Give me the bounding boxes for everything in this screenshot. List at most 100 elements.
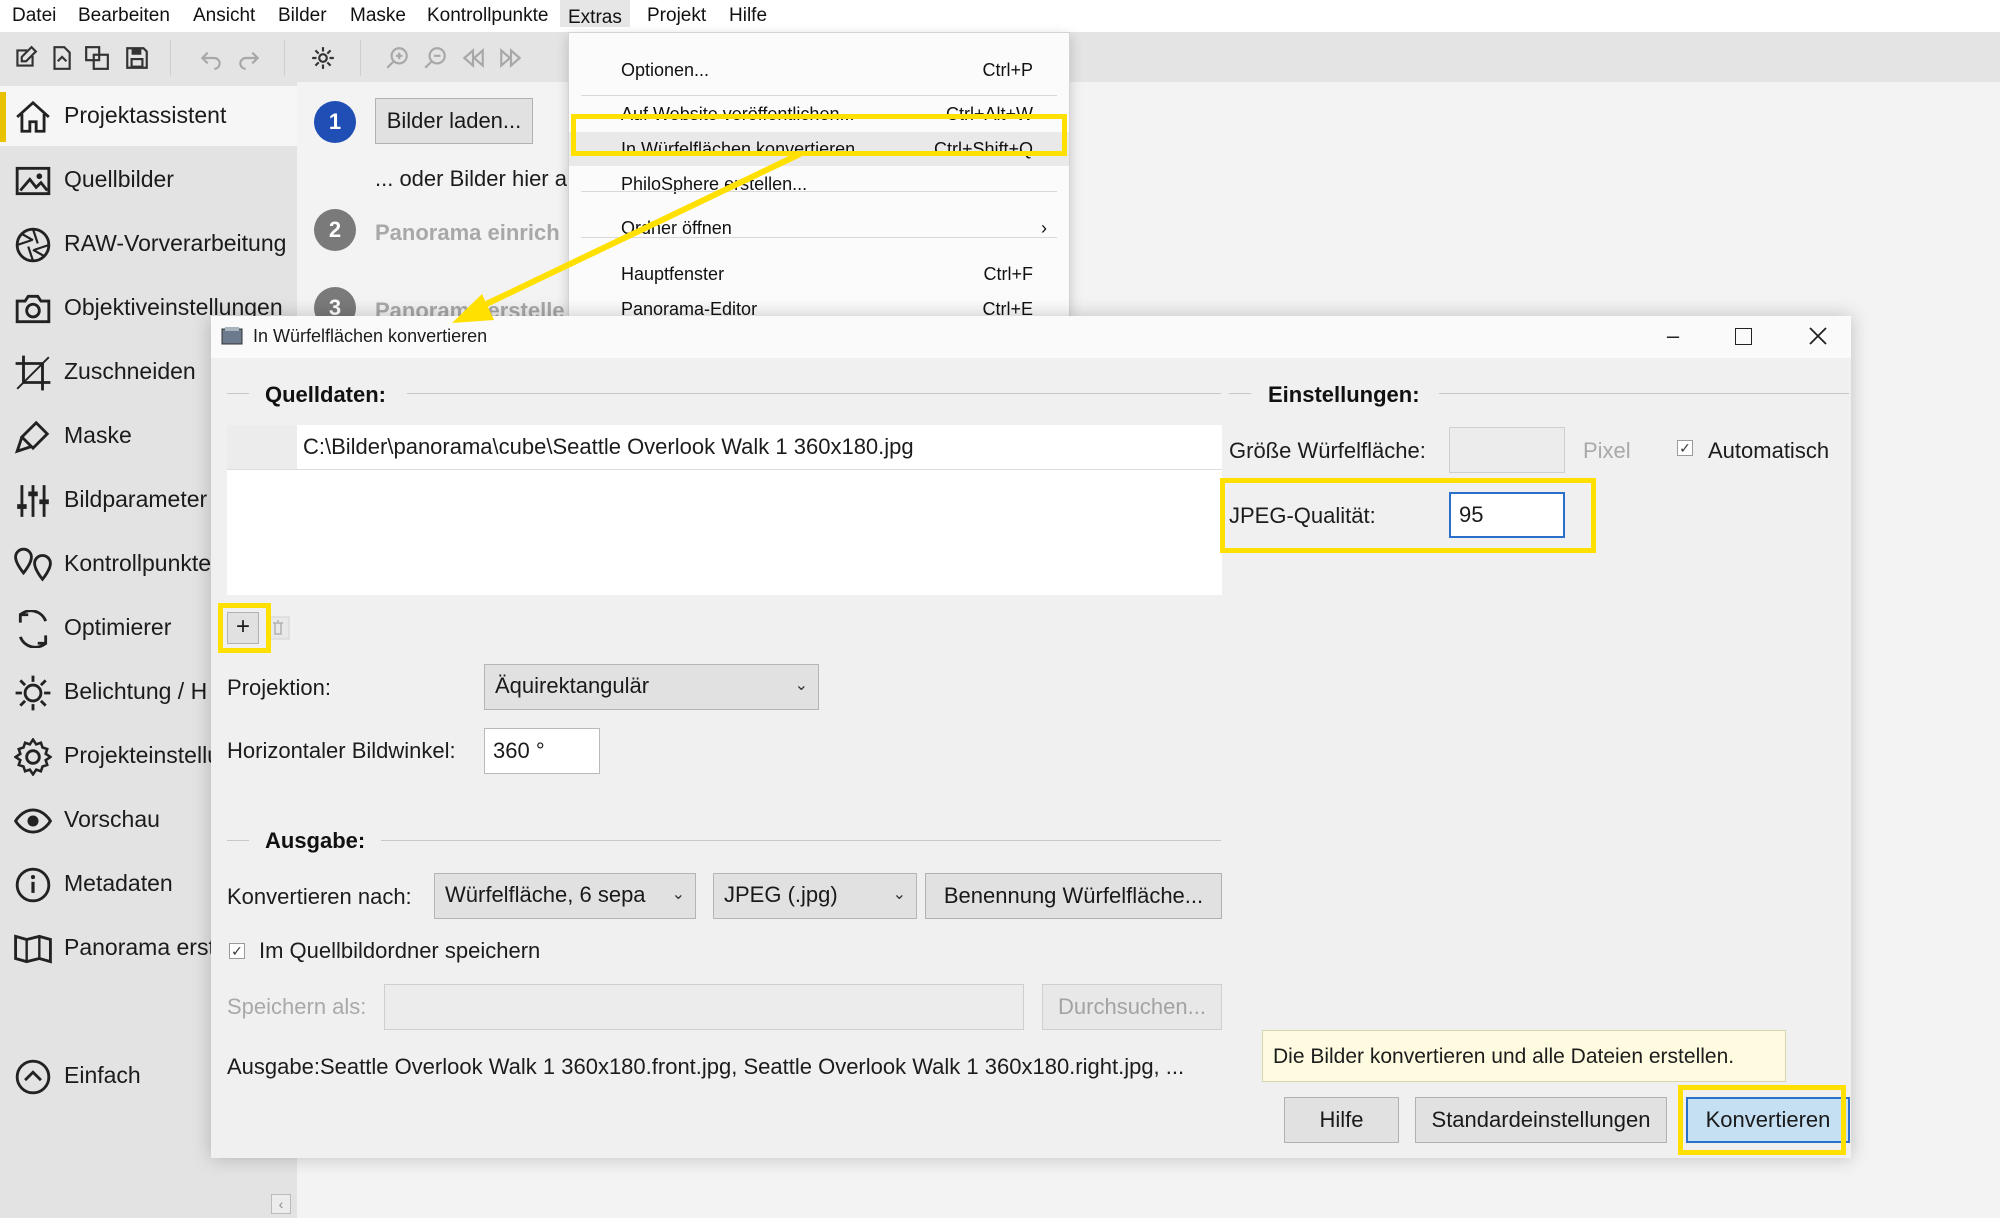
jpeg-quality-input[interactable]: 95 [1449,492,1565,538]
delete-icon[interactable] [266,616,290,640]
menu-bar: Datei Bearbeiten Ansicht Bilder Maske Ko… [0,0,2000,32]
projection-select[interactable]: Äquirektangulär ⌄ [484,664,819,710]
sidebar-item-label: Projekteinstellu [64,742,220,768]
source-group-title: Quelldaten: [265,382,387,407]
sidebar-item-label: Kontrollpunkte [64,550,212,576]
chevron-down-icon: ⌄ [892,886,906,903]
menu-bilder[interactable]: Bilder [278,5,327,27]
hfov-label: Horizontaler Bildwinkel: [227,738,456,763]
automatic-label: Automatisch [1708,438,1830,463]
defaults-button[interactable]: Standardeinstellungen [1415,1097,1667,1143]
open-icon[interactable] [48,45,74,71]
save-in-source-checkbox[interactable]: ✓ [229,943,245,959]
menu-item-optionen[interactable]: Optionen... Ctrl+P [569,53,1069,87]
sidebar-item-raw-vorverarbeitung[interactable]: RAW-Vorverarbeitung [0,214,297,274]
menu-maske[interactable]: Maske [350,5,406,27]
sun-icon [15,675,51,711]
camera-icon [15,294,51,324]
hfov-input[interactable]: 360 ° [484,728,600,774]
projection-value: Äquirektangulär [495,673,650,698]
sliders-icon [17,485,49,517]
convert-to-value: Würfelfläche, 6 sepa [445,882,646,907]
settings-icon[interactable] [310,45,336,71]
last-icon[interactable] [498,45,524,71]
menu-kontrollpunkte[interactable]: Kontrollpunkte [427,5,548,27]
menu-item-philosphere[interactable]: PhiloSphere erstellen... [569,167,1069,201]
add-file-button[interactable]: + [227,612,259,644]
sidebar-item-projektassistent[interactable]: Projektassistent [0,86,297,146]
eye-icon [14,808,52,834]
menu-item-ordner-oeffnen[interactable]: Ordner öffnen › [569,211,1069,245]
menu-item-hauptfenster[interactable]: Hauptfenster Ctrl+F [569,257,1069,291]
menu-hilfe[interactable]: Hilfe [729,5,767,27]
save-as-input[interactable] [384,984,1024,1030]
naming-button[interactable]: Benennung Würfelfläche... [925,873,1222,919]
close-icon[interactable] [1809,327,1827,345]
submenu-arrow-icon: › [1041,218,1047,238]
cube-size-label: Größe Würfelfläche: [1229,438,1426,463]
sidebar-item-label: Metadaten [64,870,173,896]
redo-icon[interactable] [236,45,262,71]
pixel-unit-label: Pixel [1583,438,1631,463]
first-icon[interactable] [460,45,486,71]
menu-bearbeiten[interactable]: Bearbeiten [78,5,170,27]
app-icon [221,327,243,345]
sidebar-item-label: Maske [64,422,132,448]
table-row[interactable]: C:\Bilder\panorama\cube\Seattle Overlook… [297,425,1222,470]
convert-button[interactable]: Konvertieren [1686,1097,1850,1143]
menu-item-website[interactable]: Auf Website veröffentlichen... Ctrl+Alt+… [569,97,1069,131]
drop-hint-text: ... oder Bilder hier a [375,166,567,191]
minimize-button[interactable]: – [1661,325,1685,348]
settings-group-title: Einstellungen: [1268,382,1420,407]
dialog-title: In Würfelflächen konvertieren [253,326,488,346]
save-in-source-label: Im Quellbildordner speichern [259,938,541,963]
sidebar-item-quellbilder[interactable]: Quellbilder [0,150,297,210]
maximize-button[interactable] [1735,328,1752,345]
menu-item-cube-convert[interactable]: In Würfelflächen konvertieren... Ctrl+Sh… [569,132,1069,166]
mode-label: Einfach [64,1062,141,1088]
sidebar-item-label: Quellbilder [64,166,174,192]
sidebar-item-label: Panorama erst [64,934,215,960]
source-file-list[interactable]: C:\Bilder\panorama\cube\Seattle Overlook… [227,425,1222,595]
menu-datei[interactable]: Datei [12,5,56,27]
format-value: JPEG (.jpg) [724,882,838,907]
load-images-button[interactable]: Bilder laden... [375,98,533,144]
automatic-checkbox[interactable]: ✓ [1677,440,1693,456]
menu-extras[interactable]: Extras [560,0,630,28]
tooltip: Die Bilder konvertieren und alle Dateien… [1262,1030,1786,1082]
save-icon[interactable] [124,45,150,71]
menu-ansicht[interactable]: Ansicht [193,5,255,27]
menu-item-shortcut: Ctrl+P [982,60,1033,80]
menu-projekt[interactable]: Projekt [647,5,706,27]
format-select[interactable]: JPEG (.jpg) ⌄ [713,873,917,919]
info-icon [15,867,51,903]
menu-item-label: In Würfelflächen konvertieren... [621,139,871,159]
output-group-title: Ausgabe: [265,828,366,853]
pin-icon [14,547,52,582]
projection-label: Projektion: [227,675,331,700]
output-files-text: Ausgabe:Seattle Overlook Walk 1 360x180.… [227,1054,1185,1079]
convert-to-select[interactable]: Würfelfläche, 6 sepa ⌄ [434,873,696,919]
collapse-sidebar-button[interactable]: ‹ [271,1194,291,1214]
cube-size-input[interactable] [1449,427,1565,473]
gear-icon [14,738,52,776]
zoom-in-icon[interactable] [384,45,410,71]
sidebar-item-label: Belichtung / H [64,678,208,704]
help-button[interactable]: Hilfe [1284,1097,1399,1143]
dialog-title-bar: In Würfelflächen konvertieren – [211,316,1851,358]
menu-item-label: Ordner öffnen [621,218,732,238]
sidebar-item-label: Vorschau [64,806,160,832]
source-file-path: C:\Bilder\panorama\cube\Seattle Overlook… [303,434,914,459]
copy-icon[interactable] [84,45,110,71]
new-project-icon[interactable] [12,45,38,71]
zoom-out-icon[interactable] [422,45,448,71]
refresh-icon [18,610,48,648]
convert-to-label: Konvertieren nach: [227,884,412,909]
brush-icon [14,420,50,454]
undo-icon[interactable] [198,45,224,71]
step-1-badge: 1 [314,101,356,143]
home-icon [16,100,50,133]
chevron-up-circle-icon [15,1059,51,1095]
browse-button[interactable]: Durchsuchen... [1042,984,1222,1030]
chevron-down-icon: ⌄ [794,677,808,694]
